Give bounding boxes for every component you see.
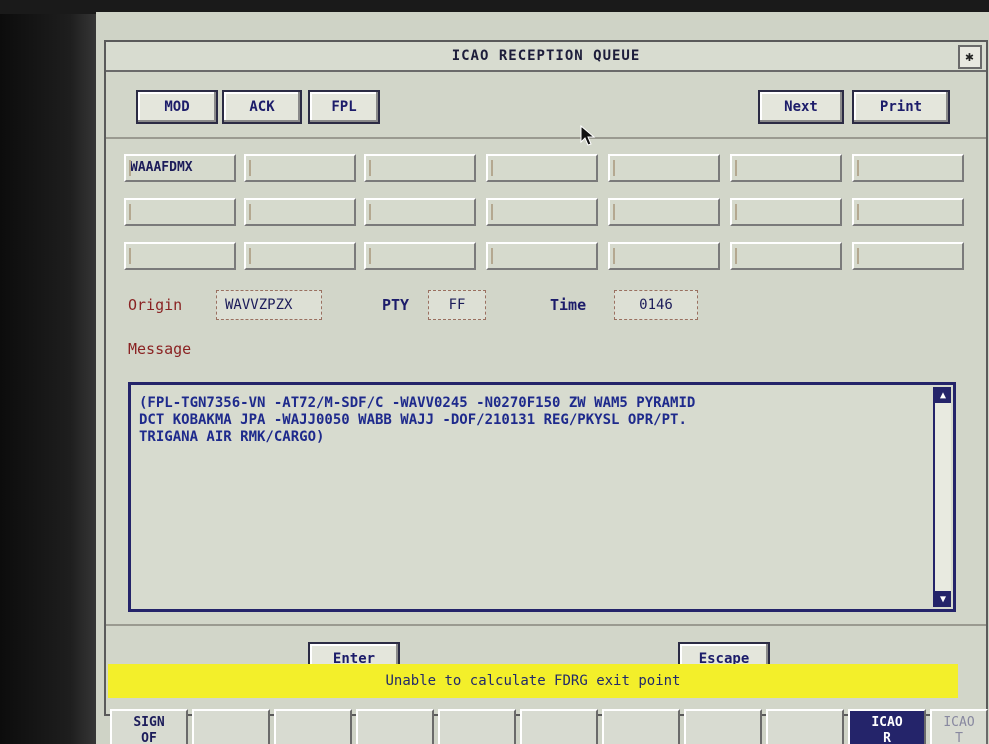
address-cell[interactable]: [244, 242, 356, 270]
address-cell[interactable]: [364, 242, 476, 270]
function-key-bar: SIGN OF ICAO R ICAO T: [110, 709, 989, 744]
address-cell[interactable]: [608, 198, 720, 226]
pty-field[interactable]: FF: [428, 290, 486, 320]
time-label: Time: [550, 296, 587, 314]
mouse-pointer-icon: [580, 125, 596, 146]
address-cell[interactable]: [852, 198, 964, 226]
next-button[interactable]: Next: [758, 90, 844, 124]
origin-label: Origin: [128, 296, 183, 314]
time-field[interactable]: 0146: [614, 290, 698, 320]
address-cell[interactable]: [486, 198, 598, 226]
address-cell[interactable]: [486, 242, 598, 270]
function-key[interactable]: [274, 709, 352, 744]
message-label: Message: [128, 340, 192, 358]
monitor-bezel-left: [0, 0, 100, 744]
message-separator: [106, 624, 986, 626]
address-cell[interactable]: [730, 198, 842, 226]
title-bar: ICAO RECEPTION QUEUE ✱: [106, 42, 986, 72]
address-cell[interactable]: [852, 242, 964, 270]
function-key[interactable]: [438, 709, 516, 744]
message-text: (FPL-TGN7356-VN -AT72/M-SDF/C -WAVV0245 …: [139, 395, 696, 445]
message-textarea[interactable]: (FPL-TGN7356-VN -AT72/M-SDF/C -WAVV0245 …: [128, 382, 956, 612]
address-cell[interactable]: [124, 242, 236, 270]
mod-button[interactable]: MOD: [136, 90, 218, 124]
message-scrollbar[interactable]: ▲ ▼: [933, 387, 951, 607]
address-cell[interactable]: [852, 154, 964, 182]
address-cell[interactable]: [244, 198, 356, 226]
address-cell[interactable]: [364, 154, 476, 182]
pty-label: PTY: [382, 296, 410, 314]
toolbar-separator: [106, 137, 986, 139]
function-key[interactable]: [520, 709, 598, 744]
function-key-icao-r[interactable]: ICAO R: [848, 709, 926, 744]
address-cell[interactable]: [608, 154, 720, 182]
function-key-sign-off[interactable]: SIGN OF: [110, 709, 188, 744]
scroll-up-arrow-icon[interactable]: ▲: [935, 387, 951, 403]
screen: ICAO RECEPTION QUEUE ✱ MOD ACK FPL Next …: [96, 12, 989, 744]
function-key[interactable]: [684, 709, 762, 744]
scroll-down-arrow-icon[interactable]: ▼: [935, 591, 951, 607]
address-cell[interactable]: [608, 242, 720, 270]
status-bar: Unable to calculate FDRG exit point: [108, 664, 958, 698]
ack-button[interactable]: ACK: [222, 90, 302, 124]
close-button[interactable]: ✱: [958, 45, 982, 69]
function-key[interactable]: [356, 709, 434, 744]
origin-field[interactable]: WAVVZPZX: [216, 290, 322, 320]
fpl-button[interactable]: FPL: [308, 90, 380, 124]
address-cell[interactable]: [730, 242, 842, 270]
address-cell[interactable]: [486, 154, 598, 182]
function-key[interactable]: [602, 709, 680, 744]
icao-reception-queue-window: ICAO RECEPTION QUEUE ✱ MOD ACK FPL Next …: [104, 40, 988, 716]
address-cell[interactable]: [730, 154, 842, 182]
print-button[interactable]: Print: [852, 90, 950, 124]
address-cell[interactable]: WAAAFDMX: [124, 154, 236, 182]
window-title: ICAO RECEPTION QUEUE: [451, 48, 641, 64]
function-key[interactable]: [192, 709, 270, 744]
address-cell[interactable]: [244, 154, 356, 182]
function-key-icao-t[interactable]: ICAO T: [930, 709, 988, 744]
address-cell[interactable]: [364, 198, 476, 226]
address-cell[interactable]: [124, 198, 236, 226]
function-key[interactable]: [766, 709, 844, 744]
